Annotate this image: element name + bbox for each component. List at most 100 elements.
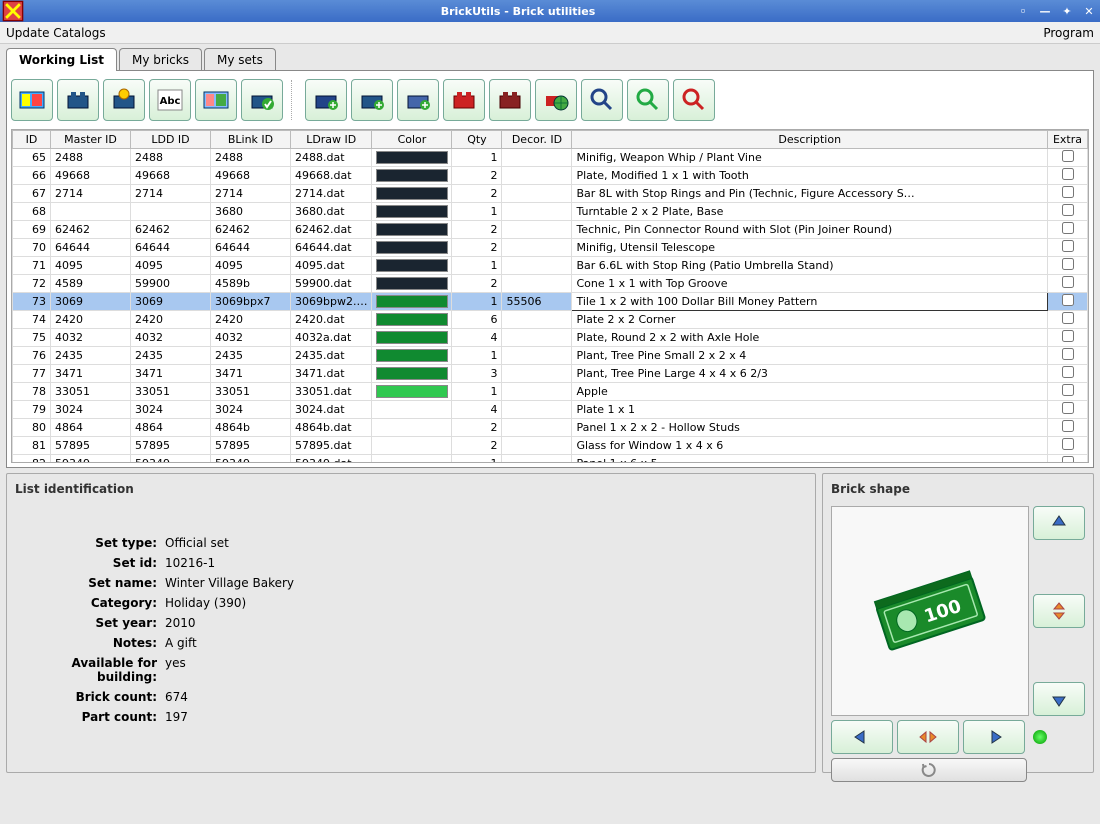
status-indicator	[1033, 730, 1047, 744]
col-decor-id[interactable]: Decor. ID	[502, 131, 572, 149]
col-blink-id[interactable]: BLink ID	[211, 131, 291, 149]
extra-checkbox[interactable]	[1062, 150, 1074, 162]
tool-brick-blue[interactable]	[57, 79, 99, 121]
extra-checkbox[interactable]	[1062, 312, 1074, 324]
tool-catalog[interactable]	[11, 79, 53, 121]
refresh-button[interactable]	[831, 758, 1027, 782]
table-row[interactable]: 8259349593495934959349.dat1Panel 1 x 6 x…	[13, 455, 1088, 464]
field-label: Available for building:	[15, 656, 165, 684]
field-label: Set name:	[15, 576, 165, 590]
tool-brick-add-blue[interactable]	[305, 79, 347, 121]
extra-checkbox[interactable]	[1062, 438, 1074, 450]
table-row[interactable]: 6962462624626246262462.dat2Technic, Pin …	[13, 221, 1088, 239]
col-color[interactable]: Color	[372, 131, 452, 149]
money-tile-icon: 100	[850, 551, 1010, 671]
table-row[interactable]: 6649668496684966849668.dat2Plate, Modifi…	[13, 167, 1088, 185]
table-row[interactable]: 8157895578955789557895.dat2Glass for Win…	[13, 437, 1088, 455]
tool-magnify-red[interactable]	[673, 79, 715, 121]
table-row[interactable]: 652488248824882488.dat1Minifig, Weapon W…	[13, 149, 1088, 167]
field-label: Set type:	[15, 536, 165, 550]
table-row[interactable]: 73306930693069bpx73069bpw2.…155506Tile 1…	[13, 293, 1088, 311]
extra-checkbox[interactable]	[1062, 330, 1074, 342]
table-row[interactable]: 7064644646446464464644.dat2Minifig, Uten…	[13, 239, 1088, 257]
col-ldd-id[interactable]: LDD ID	[131, 131, 211, 149]
minimize-button[interactable]: —	[1034, 1, 1056, 21]
tool-brick-globe[interactable]	[535, 79, 577, 121]
tab-content: Abc IDMaster IDLDD IDBLink IDLDraw IDCol…	[6, 70, 1094, 468]
tool-brick-add-cyan[interactable]	[397, 79, 439, 121]
extra-checkbox[interactable]	[1062, 456, 1074, 463]
extra-checkbox[interactable]	[1062, 294, 1074, 306]
help-button[interactable]: ◦	[1012, 1, 1034, 21]
field-value: 674	[165, 690, 188, 704]
extra-checkbox[interactable]	[1062, 240, 1074, 252]
list-identification-panel: List identification Set type:Official se…	[6, 473, 816, 773]
table-row[interactable]: 773471347134713471.dat3Plant, Tree Pine …	[13, 365, 1088, 383]
maximize-button[interactable]: ✦	[1056, 1, 1078, 21]
extra-checkbox[interactable]	[1062, 420, 1074, 432]
brick-table: IDMaster IDLDD IDBLink IDLDraw IDColorQt…	[12, 130, 1088, 463]
extra-checkbox[interactable]	[1062, 222, 1074, 234]
tab-working-list[interactable]: Working List	[6, 48, 117, 71]
color-swatch	[376, 205, 448, 218]
table-row[interactable]: 672714271427142714.dat2Bar 8L with Stop …	[13, 185, 1088, 203]
field-label: Set id:	[15, 556, 165, 570]
menu-update-catalogs[interactable]: Update Catalogs	[6, 26, 106, 40]
rotate-hflip-button[interactable]	[897, 720, 959, 754]
extra-checkbox[interactable]	[1062, 168, 1074, 180]
tool-brick-check[interactable]	[241, 79, 283, 121]
table-row[interactable]: 754032403240324032a.dat4Plate, Round 2 x…	[13, 329, 1088, 347]
col-extra[interactable]: Extra	[1048, 131, 1088, 149]
extra-checkbox[interactable]	[1062, 366, 1074, 378]
tool-brick-add-green[interactable]	[351, 79, 393, 121]
bottom-panels: List identification Set type:Official se…	[6, 473, 1094, 773]
field-value: A gift	[165, 636, 197, 650]
rotate-left-button[interactable]	[831, 720, 893, 754]
color-swatch	[376, 241, 448, 254]
field-label: Category:	[15, 596, 165, 610]
tool-brick-dred[interactable]	[489, 79, 531, 121]
extra-checkbox[interactable]	[1062, 402, 1074, 414]
tab-my-sets[interactable]: My sets	[204, 48, 276, 71]
tool-catalog2[interactable]	[195, 79, 237, 121]
table-row[interactable]: 762435243524352435.dat1Plant, Tree Pine …	[13, 347, 1088, 365]
toolbar: Abc	[11, 75, 1089, 129]
menu-program[interactable]: Program	[1043, 26, 1094, 40]
table-row[interactable]: 724589599004589b59900.dat2Cone 1 x 1 wit…	[13, 275, 1088, 293]
table-row[interactable]: 7833051330513305133051.dat1Apple	[13, 383, 1088, 401]
table-wrap[interactable]: IDMaster IDLDD IDBLink IDLDraw IDColorQt…	[11, 129, 1089, 463]
extra-checkbox[interactable]	[1062, 258, 1074, 270]
rotate-right-button[interactable]	[963, 720, 1025, 754]
tab-my-bricks[interactable]: My bricks	[119, 48, 202, 71]
extra-checkbox[interactable]	[1062, 276, 1074, 288]
table-row[interactable]: 742420242024202420.dat6Plate 2 x 2 Corne…	[13, 311, 1088, 329]
tool-brick-yellow[interactable]	[103, 79, 145, 121]
rotate-flip-button[interactable]	[1033, 594, 1085, 628]
table-row[interactable]: 6836803680.dat1Turntable 2 x 2 Plate, Ba…	[13, 203, 1088, 221]
tabbar: Working List My bricks My sets	[0, 44, 1100, 71]
brick-shape-panel: Brick shape 100	[822, 473, 1094, 773]
color-swatch	[376, 223, 448, 236]
table-row[interactable]: 714095409540954095.dat1Bar 6.6L with Sto…	[13, 257, 1088, 275]
table-row[interactable]: 80486448644864b4864b.dat2Panel 1 x 2 x 2…	[13, 419, 1088, 437]
close-button[interactable]: ✕	[1078, 1, 1100, 21]
col-master-id[interactable]: Master ID	[51, 131, 131, 149]
extra-checkbox[interactable]	[1062, 384, 1074, 396]
col-id[interactable]: ID	[13, 131, 51, 149]
tool-magnify-blue[interactable]	[581, 79, 623, 121]
tool-abc[interactable]: Abc	[149, 79, 191, 121]
col-qty[interactable]: Qty	[452, 131, 502, 149]
extra-checkbox[interactable]	[1062, 348, 1074, 360]
tool-brick-red[interactable]	[443, 79, 485, 121]
col-ldraw-id[interactable]: LDraw ID	[291, 131, 372, 149]
table-row[interactable]: 793024302430243024.dat4Plate 1 x 1	[13, 401, 1088, 419]
field-value: Holiday (390)	[165, 596, 246, 610]
field-value: Winter Village Bakery	[165, 576, 294, 590]
rotate-up-button[interactable]	[1033, 506, 1085, 540]
extra-checkbox[interactable]	[1062, 186, 1074, 198]
col-description[interactable]: Description	[572, 131, 1048, 149]
color-swatch	[376, 331, 448, 344]
tool-magnify-green[interactable]	[627, 79, 669, 121]
extra-checkbox[interactable]	[1062, 204, 1074, 216]
rotate-down-button[interactable]	[1033, 682, 1085, 716]
